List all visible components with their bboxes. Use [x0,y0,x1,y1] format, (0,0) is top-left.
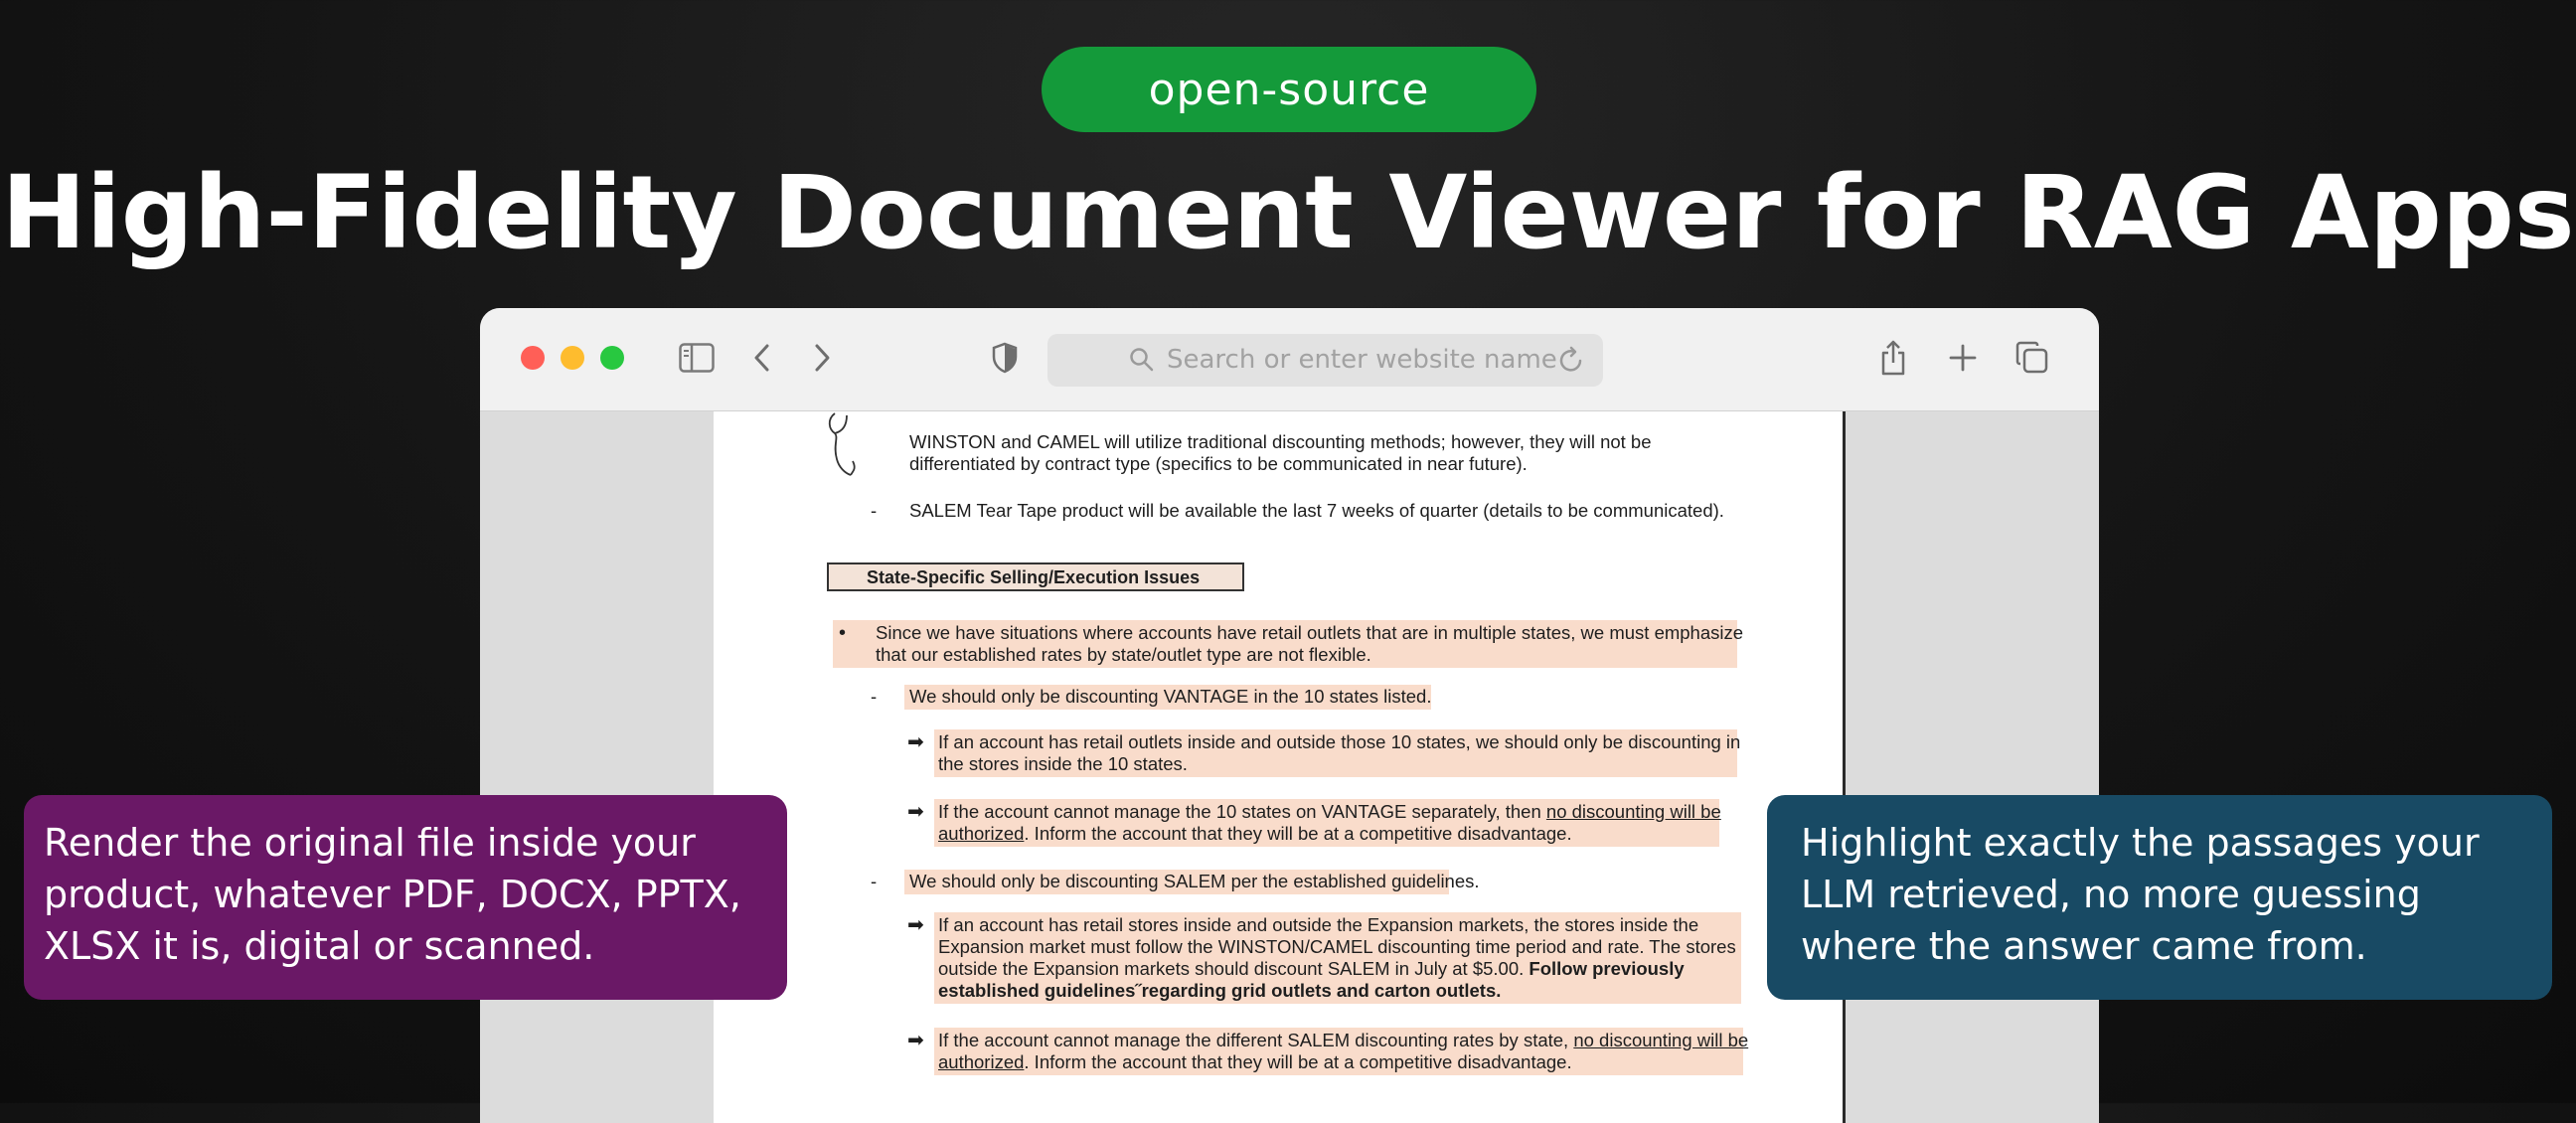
doc-line: established guidelines˝regarding grid ou… [938,980,1502,1001]
doc-text: . Inform the account that they will be a… [1024,823,1572,844]
document-page: WINSTON and CAMEL will utilize tradition… [714,411,1846,1123]
card-text-line: product, whatever PDF, DOCX, PPTX, [44,873,741,916]
doc-line: authorized. Inform the account that they… [938,1051,1572,1073]
back-chevron-icon[interactable] [744,336,780,380]
address-bar[interactable]: Search or enter website name [1047,334,1603,387]
doc-line: SALEM Tear Tape product will be availabl… [909,500,1724,521]
card-text-line: Highlight exactly the passages your [1801,821,2480,865]
plus-icon[interactable] [1943,336,1983,380]
doc-text-underlined: no discounting will be [1573,1030,1749,1050]
doc-text: . Inform the account that they will be a… [1024,1051,1572,1072]
doc-text: If the account cannot manage the 10 stat… [938,801,1546,822]
bullet-marker: • [839,622,847,644]
section-title: State-Specific Selling/Execution Issues [867,567,1201,587]
doc-line: If an account has retail outlets inside … [938,731,1741,752]
arrow-bullet-icon: ➡ [907,729,924,753]
sidebar-icon[interactable] [675,336,719,380]
doc-line: If the account cannot manage the differe… [938,1030,1748,1051]
card-text-line: where the answer came from. [1801,924,2367,968]
handwritten-mark [828,412,856,476]
card-text-line: LLM retrieved, no more guessing [1801,873,2421,916]
forward-chevron-icon[interactable] [804,336,840,380]
doc-text: If the account cannot manage the differe… [938,1030,1574,1050]
section-title-box: State-Specific Selling/Execution Issues [827,562,1244,591]
arrow-bullet-icon: ➡ [907,799,924,823]
doc-text-underlined: authorized [938,823,1025,844]
browser-window: Search or enter website name WINSTON and… [480,308,2099,1123]
tabs-icon[interactable] [2011,336,2054,380]
arrow-bullet-icon: ➡ [907,912,924,936]
search-icon [1129,347,1155,377]
doc-line: outside the Expansion markets should dis… [938,958,1685,980]
card-text-line: XLSX it is, digital or scanned. [44,924,595,968]
close-window-button[interactable] [521,346,545,370]
reload-icon[interactable] [1556,346,1586,380]
minimize-window-button[interactable] [561,346,584,370]
share-icon[interactable] [1873,336,1913,380]
browser-toolbar: Search or enter website name [480,308,2099,411]
feature-card-render: Render the original file inside your pro… [24,795,787,1000]
feature-card-highlight: Highlight exactly the passages your LLM … [1767,795,2552,1000]
doc-line: authorized. Inform the account that they… [938,823,1572,845]
doc-text: outside the Expansion markets should dis… [938,958,1530,979]
doc-line: We should only be discounting SALEM per … [909,871,1480,891]
doc-line: If an account has retail stores inside a… [938,914,1699,935]
arrow-bullet-icon: ➡ [907,1028,924,1051]
open-source-badge: open-source [1042,47,1536,132]
doc-line: differentiated by contract type (specifi… [909,453,1528,474]
doc-line: Since we have situations where accounts … [876,622,1744,643]
card-text-line: Render the original file inside your [44,821,696,865]
doc-text-underlined: no discounting will be [1545,801,1721,822]
doc-line: If the account cannot manage the 10 stat… [938,801,1721,823]
maximize-window-button[interactable] [600,346,624,370]
doc-line: We should only be discounting VANTAGE in… [909,686,1432,707]
dash-marker: - [871,686,878,707]
doc-line: the stores inside the 10 states. [938,753,1188,774]
doc-line: that our established rates by state/outl… [876,644,1371,665]
shield-icon[interactable] [987,336,1023,380]
dash-marker: - [871,871,878,891]
address-placeholder: Search or enter website name [1167,345,1557,375]
doc-text-bold: Follow previously [1529,958,1685,979]
doc-line: WINSTON and CAMEL will utilize tradition… [909,431,1652,452]
doc-line: Expansion market must follow the WINSTON… [938,936,1736,957]
doc-text-underlined: authorized [938,1051,1025,1072]
page-headline: High-Fidelity Document Viewer for RAG Ap… [1,154,2575,272]
dash-marker: - [871,500,878,521]
